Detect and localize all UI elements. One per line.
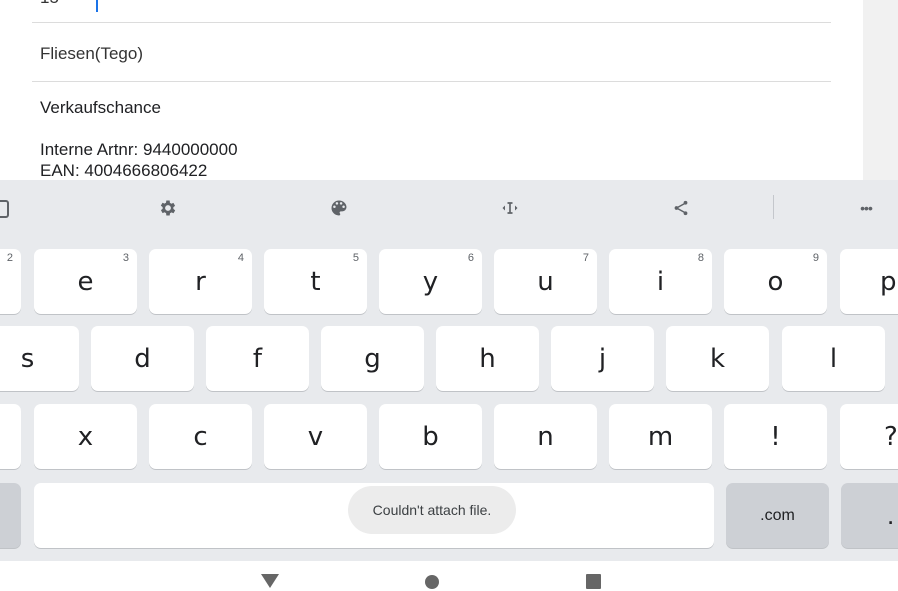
settings-icon[interactable] <box>157 197 179 219</box>
back-icon[interactable] <box>250 561 290 591</box>
description-artnr: Interne Artnr: 9440000000 <box>40 140 238 159</box>
key-period[interactable]: . <box>841 483 898 548</box>
key-l[interactable]: l <box>782 326 885 391</box>
key-z[interactable]: z <box>0 404 21 469</box>
key-dotcom[interactable]: .com <box>726 483 829 548</box>
palette-icon[interactable] <box>328 197 350 219</box>
key-t[interactable]: t 5 <box>264 249 367 314</box>
key-b[interactable]: b <box>379 404 482 469</box>
home-icon[interactable] <box>412 561 452 591</box>
keyboard-toolbar: ••• <box>0 180 898 236</box>
key-o[interactable]: o 9 <box>724 249 827 314</box>
key-w[interactable]: w 2 <box>0 249 21 314</box>
key-m[interactable]: m <box>609 404 712 469</box>
key-j[interactable]: j <box>551 326 654 391</box>
key-h[interactable]: h <box>436 326 539 391</box>
key-question[interactable]: ? <box>840 404 898 469</box>
toolbar-divider <box>773 195 774 219</box>
side-panel <box>863 0 898 180</box>
key-n[interactable]: n <box>494 404 597 469</box>
key-p[interactable]: p <box>840 249 898 314</box>
key-g[interactable]: g <box>321 326 424 391</box>
key-k[interactable]: k <box>666 326 769 391</box>
key-r[interactable]: r 4 <box>149 249 252 314</box>
description-text[interactable]: Verkaufschance Interne Artnr: 9440000000… <box>40 97 238 180</box>
description-title: Verkaufschance <box>40 98 161 117</box>
toast-message: Couldn't attach file. <box>348 486 516 534</box>
key-d[interactable]: d <box>91 326 194 391</box>
note-editor: 15 Fliesen(Tego) Verkaufschance Interne … <box>0 0 898 180</box>
key-v[interactable]: v <box>264 404 367 469</box>
key-x[interactable]: x <box>34 404 137 469</box>
key-c[interactable]: c <box>149 404 252 469</box>
quantity-field[interactable]: 15 <box>32 0 831 23</box>
key-u[interactable]: u 7 <box>494 249 597 314</box>
clipboard-icon[interactable] <box>0 197 12 219</box>
key-s[interactable]: s <box>0 326 79 391</box>
cursor-move-icon[interactable] <box>499 197 521 219</box>
key-exclamation[interactable]: ! <box>724 404 827 469</box>
navigation-bar <box>0 561 898 591</box>
key-y[interactable]: y 6 <box>379 249 482 314</box>
more-icon[interactable]: ••• <box>854 197 878 219</box>
share-icon[interactable] <box>670 197 692 219</box>
quantity-value: 15 <box>40 0 59 8</box>
key-f[interactable]: f <box>206 326 309 391</box>
key-symbols[interactable] <box>0 483 21 548</box>
recents-icon[interactable] <box>574 561 614 591</box>
description-ean: EAN: 4004666806422 <box>40 161 208 180</box>
key-e[interactable]: e 3 <box>34 249 137 314</box>
category-field[interactable]: Fliesen(Tego) <box>32 23 831 82</box>
key-i[interactable]: i 8 <box>609 249 712 314</box>
text-cursor <box>96 0 98 12</box>
category-value: Fliesen(Tego) <box>40 44 143 63</box>
